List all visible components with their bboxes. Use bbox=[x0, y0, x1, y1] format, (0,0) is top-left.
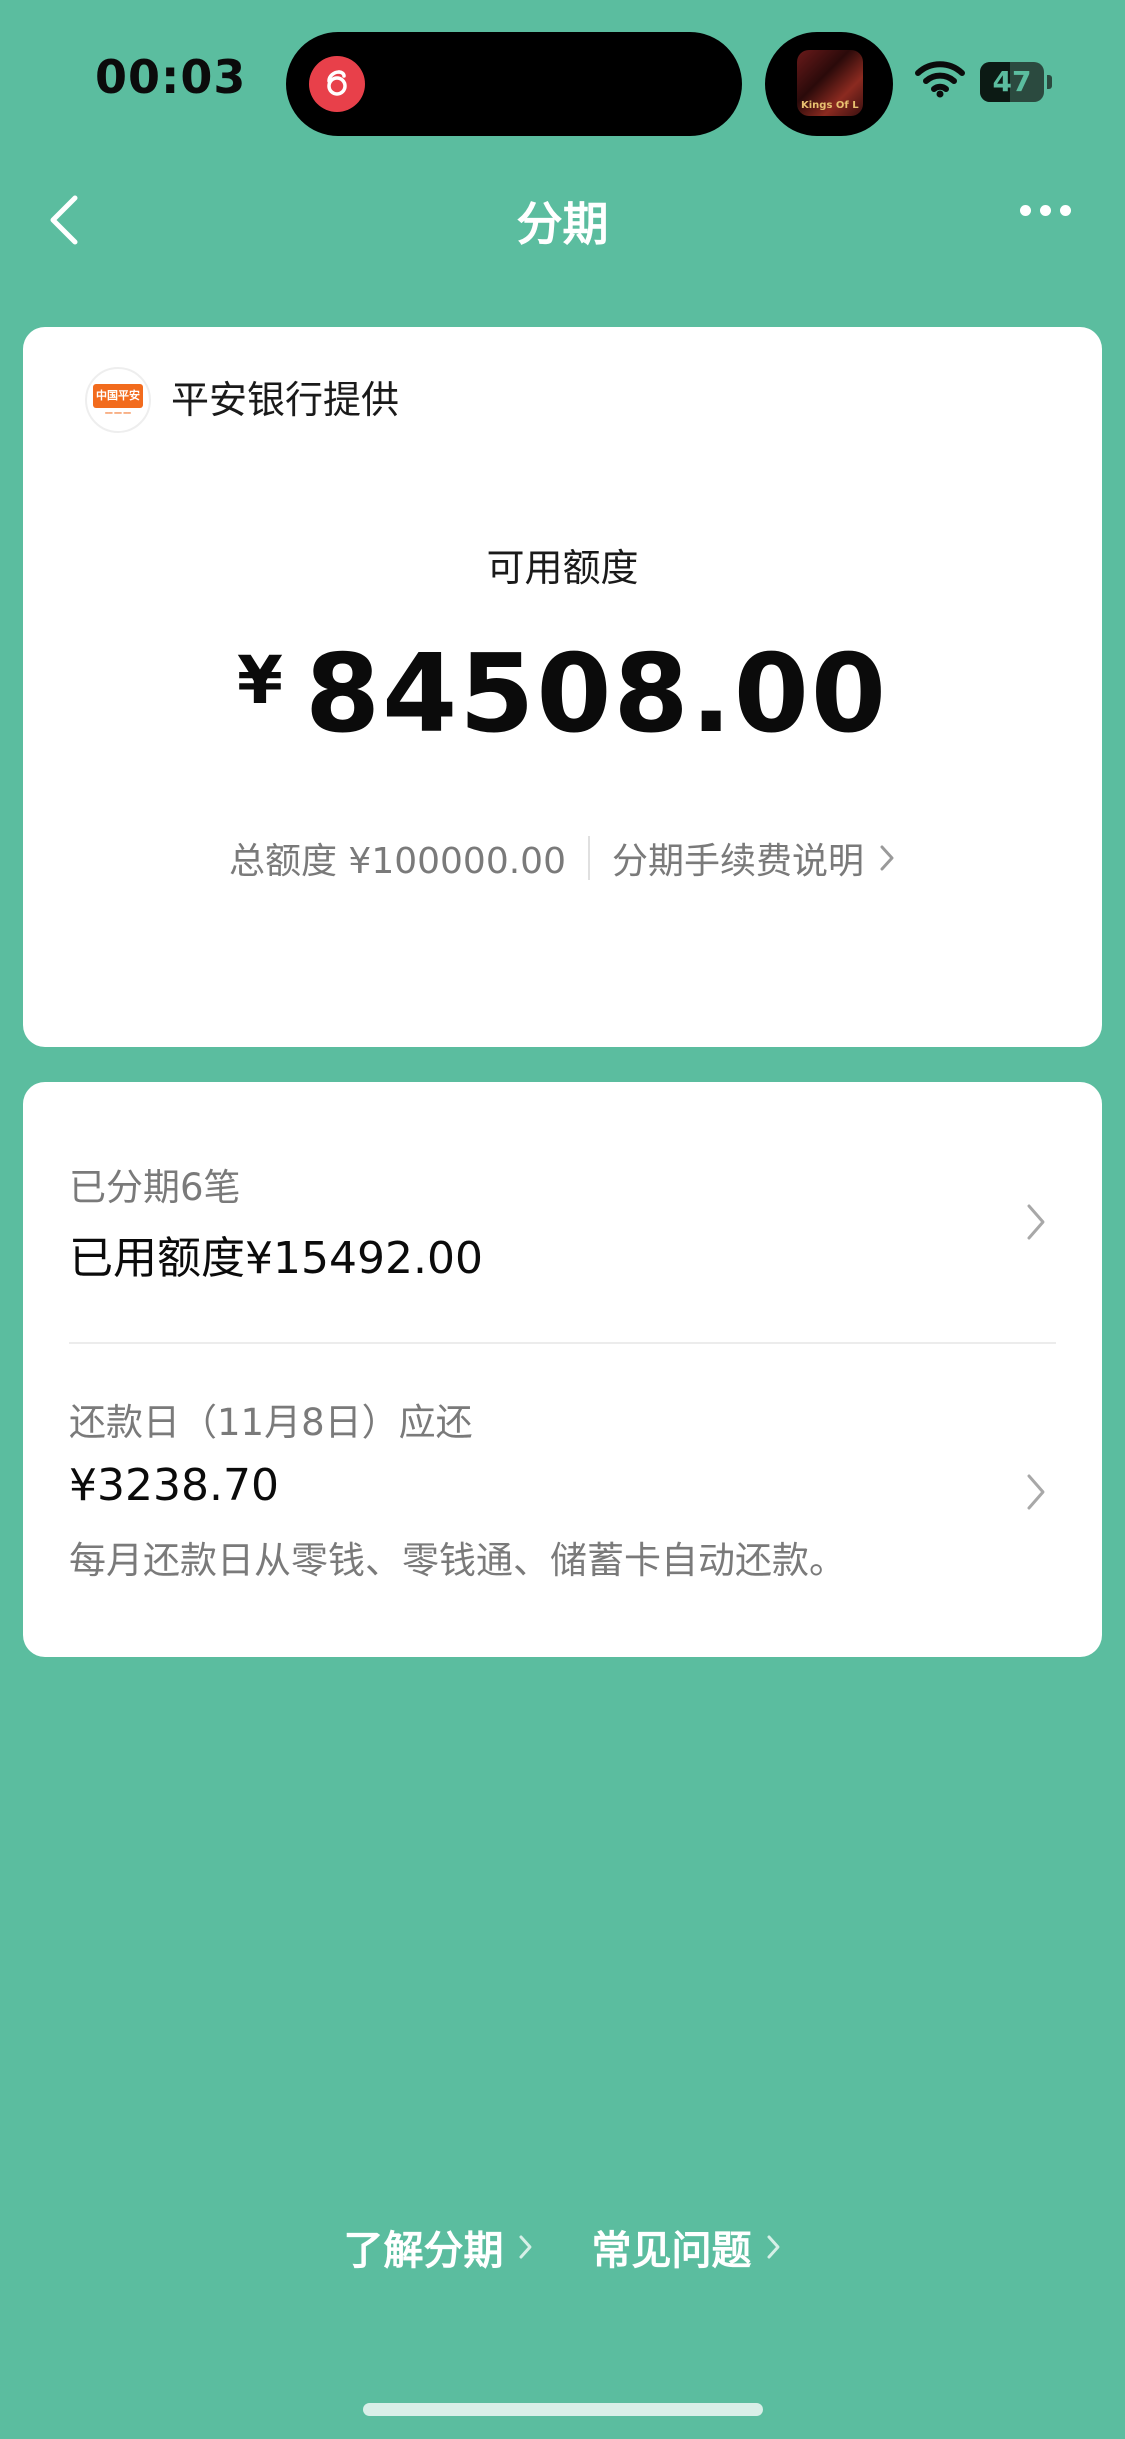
chevron-right-icon[interactable] bbox=[878, 843, 896, 873]
limit-info-row: 总额度 ¥100000.00 分期手续费说明 bbox=[23, 832, 1102, 884]
available-amount-value: 84508.00 bbox=[304, 632, 888, 757]
page-title: 分期 bbox=[516, 197, 609, 251]
footer-links: 了解分期 常见问题 bbox=[0, 2218, 1125, 2276]
learn-installment-link[interactable]: 了解分期 bbox=[344, 2218, 534, 2276]
home-indicator[interactable] bbox=[363, 2403, 763, 2416]
logo-mark: 中国平安 bbox=[93, 383, 143, 408]
fee-explanation-link[interactable]: 分期手续费说明 bbox=[612, 832, 864, 884]
available-limit-label: 可用额度 bbox=[486, 546, 639, 590]
chevron-right-icon[interactable] bbox=[518, 2233, 534, 2261]
installment-count[interactable]: 已分期6笔 bbox=[69, 1157, 241, 1211]
repayment-due-label[interactable]: 还款日（11月8日）应还 bbox=[69, 1392, 473, 1446]
provider-label: 平安银行提供 bbox=[171, 378, 400, 422]
wifi-icon bbox=[915, 61, 965, 98]
battery-nub bbox=[1047, 75, 1052, 89]
auto-repay-note: 每月还款日从零钱、零钱通、储蓄卡自动还款。 bbox=[69, 1539, 846, 1582]
now-playing-album-art[interactable]: Kings Of Leon bbox=[797, 50, 863, 116]
faq-link[interactable]: 常见问题 bbox=[592, 2218, 782, 2276]
ping-an-bank-logo: 中国平安 ━━ ━━ ━━ bbox=[85, 367, 151, 433]
row-divider bbox=[69, 1342, 1056, 1344]
chevron-right-icon[interactable] bbox=[1025, 1472, 1047, 1512]
chevron-right-icon[interactable] bbox=[766, 2233, 782, 2261]
credit-limit-card: 中国平安 ━━ ━━ ━━ 平安银行提供 可用额度 ¥84508.00 总额度 … bbox=[23, 327, 1102, 1047]
battery-icon: 47 bbox=[980, 62, 1044, 102]
battery-level: 47 bbox=[992, 65, 1032, 98]
music-app-icon[interactable] bbox=[309, 56, 365, 112]
music-note-icon bbox=[327, 70, 347, 96]
used-limit[interactable]: 已用额度¥15492.00 bbox=[69, 1222, 483, 1286]
logo-tagline: ━━ ━━ ━━ bbox=[105, 409, 131, 417]
available-amount: ¥84508.00 bbox=[23, 632, 1102, 757]
faq-label[interactable]: 常见问题 bbox=[592, 2218, 752, 2276]
repayment-amount[interactable]: ¥3238.70 bbox=[69, 1460, 279, 1511]
total-limit-label: 总额度 ¥100000.00 bbox=[228, 841, 566, 882]
album-art-text: Kings Of Leon bbox=[801, 100, 859, 111]
divider bbox=[588, 836, 590, 880]
learn-installment-label[interactable]: 了解分期 bbox=[344, 2218, 504, 2276]
status-time: 00:03 bbox=[95, 50, 247, 104]
installments-card: 已分期6笔 已用额度¥15492.00 还款日（11月8日）应还 ¥3238.7… bbox=[23, 1082, 1102, 1657]
currency-symbol: ¥ bbox=[237, 642, 283, 719]
more-options-icon[interactable] bbox=[1020, 205, 1071, 216]
chevron-right-icon[interactable] bbox=[1025, 1202, 1047, 1242]
